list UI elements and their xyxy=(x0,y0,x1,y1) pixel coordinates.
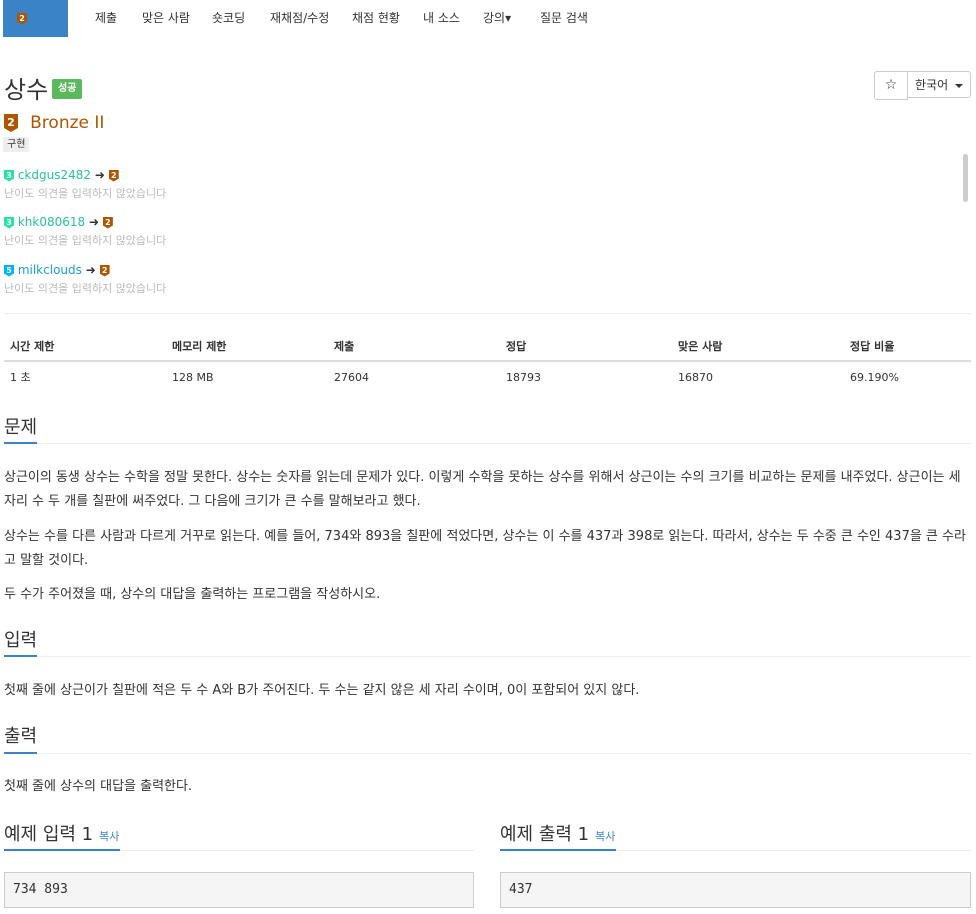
table-cell: 18793 xyxy=(506,370,541,384)
opinion-note: 난이도 의견을 입력하지 않았습니다 xyxy=(4,187,167,200)
arrow-icon: ➜ xyxy=(85,263,96,277)
opinion-user[interactable]: khk080618 xyxy=(18,215,85,229)
star-icon: ☆ xyxy=(884,77,898,93)
algorithm-tag[interactable]: 구현 xyxy=(3,137,30,152)
section-divider xyxy=(4,656,971,657)
arrow-icon: ➜ xyxy=(88,215,100,229)
table-header: 정답 xyxy=(500,332,672,362)
output-description: 첫째 줄에 상수의 대답을 출력한다. xyxy=(4,779,193,794)
section-title-problem: 문제 xyxy=(4,417,38,438)
nav-my-source[interactable]: 내 소스 xyxy=(423,0,460,37)
nav-short-coding[interactable]: 숏코딩 xyxy=(212,0,245,37)
section-underline xyxy=(4,442,37,444)
section-title-output: 출력 xyxy=(4,726,38,747)
language-label: 한국어 xyxy=(915,78,949,92)
problem-description: 두 수가 주어졌을 때, 상수의 대답을 출력하는 프로그램을 작성하시오. xyxy=(4,587,381,602)
table-cell: 16870 xyxy=(678,370,713,384)
problem-stats-table: 시간 제한 메모리 제한 제출 정답 맞은 사람 정답 비율 1 초 128 M… xyxy=(4,332,971,392)
problem-description: 상수는 수를 다른 사람과 다르게 거꾸로 읽는다. 예를 들어, 734와 8… xyxy=(4,529,966,568)
nav-submit[interactable]: 제출 xyxy=(95,0,117,37)
opinion-user[interactable]: milkclouds xyxy=(18,263,82,277)
caret-down-icon xyxy=(955,84,963,88)
sample-input-box[interactable]: 734 893 xyxy=(4,872,474,908)
opinion-item: 3 khk080618 ➜ 2 난이도 의견을 입력하지 않았습니다 xyxy=(4,215,944,248)
opinion-user[interactable]: ckdgus2482 xyxy=(18,168,91,182)
language-select[interactable]: 한국어 xyxy=(907,71,971,98)
opinion-note: 난이도 의견을 입력하지 않았습니다 xyxy=(4,234,167,247)
table-header: 제출 xyxy=(328,332,500,362)
section-underline xyxy=(500,849,616,851)
table-cell: 1 초 xyxy=(10,371,31,384)
section-underline xyxy=(4,849,120,851)
bronze-tier-icon: 2 xyxy=(99,264,110,277)
section-underline xyxy=(4,752,37,754)
section-underline xyxy=(4,655,37,657)
nav-problem-number[interactable]: 2 2908번 xyxy=(3,0,68,99)
section-title-input: 입력 xyxy=(4,630,38,651)
sample-input-title: 예제 입력 1 복사 xyxy=(4,820,119,846)
star-button[interactable]: ☆ xyxy=(874,71,908,100)
nav-status[interactable]: 채점 현황 xyxy=(352,0,400,37)
copy-output-button[interactable]: 복사 xyxy=(595,830,615,843)
opinions-scrollbar[interactable] xyxy=(963,154,968,202)
bronze-tier-icon: 2 xyxy=(17,12,27,25)
page-title: 상수 xyxy=(4,76,49,104)
nav-lectures-dropdown[interactable]: 강의▾ xyxy=(483,0,511,37)
opinion-item: 5 milkclouds ➜ 2 난이도 의견을 입력하지 않았습니다 xyxy=(4,263,944,296)
input-description: 첫째 줄에 상근이가 칠판에 적은 두 수 A와 B가 주어진다. 두 수는 같… xyxy=(4,683,640,698)
table-cell: 27604 xyxy=(334,370,369,384)
section-divider xyxy=(4,753,971,754)
user-tier-icon: 3 xyxy=(4,169,14,182)
copy-input-button[interactable]: 복사 xyxy=(99,830,119,843)
user-tier-icon: 5 xyxy=(4,264,14,277)
tier-name: Bronze II xyxy=(30,113,105,133)
opinion-note: 난이도 의견을 입력하지 않았습니다 xyxy=(4,282,167,295)
bronze-tier-icon: 2 xyxy=(102,216,113,229)
sample-output-box[interactable]: 437 xyxy=(500,872,971,908)
table-cell: 128 MB xyxy=(172,370,214,384)
nav-solved-users[interactable]: 맞은 사람 xyxy=(142,0,190,37)
problem-tier: 2 Bronze II xyxy=(4,113,104,133)
sample-output-title: 예제 출력 1 복사 xyxy=(500,820,615,846)
table-header: 시간 제한 xyxy=(4,332,166,362)
user-tier-icon: 3 xyxy=(4,216,14,229)
sample-input-heading: 예제 입력 1 xyxy=(4,824,94,845)
opinion-item: 3 ckdgus2482 ➜ 2 난이도 의견을 입력하지 않았습니다 xyxy=(4,168,944,201)
nav-question-search[interactable]: 질문 검색 xyxy=(540,0,588,37)
status-badge: 성공 xyxy=(52,79,83,99)
table-header-row: 시간 제한 메모리 제한 제출 정답 맞은 사람 정답 비율 xyxy=(4,332,971,362)
table-header: 메모리 제한 xyxy=(166,332,328,362)
arrow-icon: ➜ xyxy=(94,168,105,182)
table-row: 1 초 128 MB 27604 18793 16870 69.190% xyxy=(4,361,971,392)
table-header: 정답 비율 xyxy=(844,332,971,362)
sample-output-heading: 예제 출력 1 xyxy=(500,824,590,845)
bronze-tier-icon: 2 xyxy=(108,169,119,182)
problem-nav: 2 2908번 제출 맞은 사람 숏코딩 재채점/수정 채점 현황 내 소스 강… xyxy=(0,0,976,99)
divider xyxy=(4,313,971,314)
problem-description: 상근이의 동생 상수는 수학을 정말 못한다. 상수는 숫자를 읽는데 문제가 … xyxy=(4,470,961,509)
table-cell: 69.190% xyxy=(850,370,899,384)
table-header: 맞은 사람 xyxy=(672,332,844,362)
section-divider xyxy=(4,443,971,444)
bronze-tier-icon: 2 xyxy=(4,114,18,132)
nav-rejudge[interactable]: 재채점/수정 xyxy=(270,0,329,37)
